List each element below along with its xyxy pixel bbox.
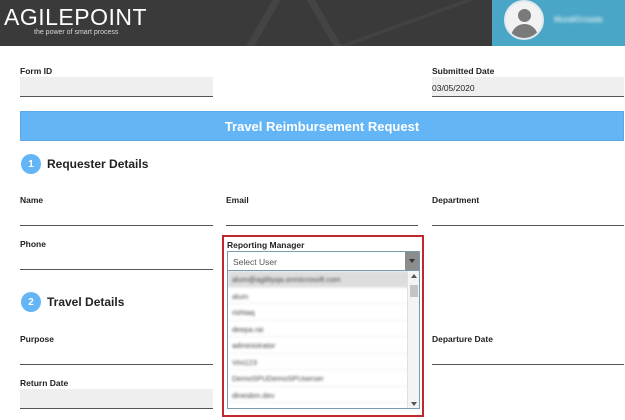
form-title-banner: Travel Reimbursement Request (20, 111, 624, 141)
scrollbar-thumb[interactable] (410, 285, 418, 297)
agilepoint-logo: AGILEPOINT the power of smart process (4, 6, 147, 37)
name-field[interactable] (20, 206, 213, 226)
phone-label: Phone (20, 239, 46, 249)
list-item[interactable]: alum (228, 288, 419, 304)
list-item[interactable]: dinesbm.dev (228, 387, 419, 403)
chevron-down-icon (409, 259, 415, 263)
name-label: Name (20, 195, 44, 205)
reporting-manager-selected: Select User (233, 257, 277, 267)
form-id-label: Form ID (20, 66, 53, 76)
list-item[interactable]: administrator (228, 337, 419, 354)
phone-field[interactable] (20, 250, 213, 270)
purpose-label: Purpose (20, 334, 55, 344)
departure-date-label: Departure Date (432, 334, 493, 344)
form-id-field[interactable] (20, 77, 213, 97)
section-1-title: Requester Details (47, 157, 149, 171)
list-scrollbar[interactable] (407, 271, 419, 408)
form-title: Travel Reimbursement Request (224, 118, 420, 134)
list-item[interactable]: deepa.rai (228, 321, 419, 337)
department-field[interactable] (432, 206, 624, 226)
department-label: Department (432, 195, 480, 205)
submitted-date-value: 03/05/2020 (432, 83, 475, 93)
list-item[interactable]: rishtaq (228, 304, 419, 321)
reporting-manager-highlight: Reporting Manager Select User alum@agili… (222, 235, 424, 417)
reporting-manager-label: Reporting Manager (227, 240, 305, 250)
scroll-down-icon[interactable] (411, 402, 417, 406)
scroll-up-icon[interactable] (411, 274, 417, 278)
section-1-badge: 1 (21, 154, 41, 174)
list-item[interactable]: alum@agilityqa.onmicrosoft.com (228, 271, 419, 288)
user-avatar-icon[interactable] (504, 0, 544, 40)
reporting-manager-select[interactable]: Select User (227, 251, 420, 271)
user-panel[interactable]: MuraliGroada (492, 0, 625, 46)
email-field[interactable] (226, 206, 418, 226)
email-label: Email (226, 195, 249, 205)
submitted-date-field[interactable]: 03/05/2020 (432, 77, 624, 97)
list-item[interactable]: DemoSPUDemoSPUserser (228, 370, 419, 387)
reporting-manager-list[interactable]: alum@agilityqa.onmicrosoft.com alum rish… (227, 271, 420, 409)
list-item[interactable]: Vini123 (228, 354, 419, 370)
section-2-badge: 2 (21, 292, 41, 312)
header-pattern (110, 0, 490, 46)
dropdown-arrow-button[interactable] (405, 252, 419, 270)
section-2-title: Travel Details (47, 295, 125, 309)
submitted-date-label: Submitted Date (432, 66, 495, 76)
return-date-field[interactable] (20, 389, 213, 409)
purpose-field[interactable] (20, 345, 213, 365)
departure-date-field[interactable] (432, 345, 624, 365)
return-date-label: Return Date (20, 378, 69, 388)
app-header: AGILEPOINT the power of smart process Mu… (0, 0, 625, 46)
logo-text: AGILEPOINT (4, 4, 148, 30)
user-name[interactable]: MuraliGroada (554, 15, 602, 24)
